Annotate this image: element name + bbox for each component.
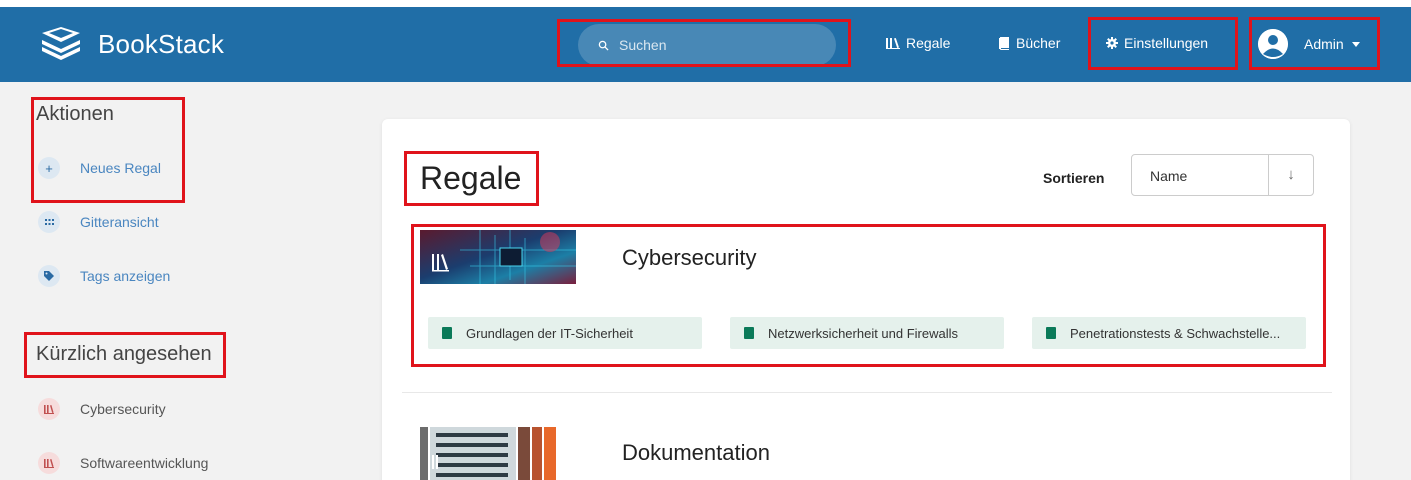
search-icon	[598, 40, 609, 51]
shelf-name-dokumentation[interactable]: Dokumentation	[622, 440, 770, 466]
sort-direction-button[interactable]: ↓	[1268, 154, 1314, 196]
avatar	[1258, 29, 1288, 59]
user-avatar-icon	[1258, 29, 1288, 59]
search-input[interactable]	[619, 37, 819, 53]
book-title: Penetrationstests & Schwachstelle...	[1070, 325, 1281, 341]
book-title: Grundlagen der IT-Sicherheit	[466, 325, 633, 341]
book-title: Netzwerksicherheit und Firewalls	[768, 325, 959, 341]
shelf-cover-dokumentation	[418, 425, 576, 480]
shelf-name-cybersecurity[interactable]: Cybersecurity	[622, 245, 756, 271]
plus-icon: +	[38, 157, 60, 179]
book-chip[interactable]: Penetrationstests & Schwachstelle...	[1032, 317, 1306, 349]
gear-icon	[1106, 37, 1118, 49]
shelf-icon	[38, 452, 60, 474]
grid-view-label: Gitteransicht	[80, 214, 159, 230]
sort-select[interactable]: Name	[1131, 154, 1269, 196]
tags-label: Tags anzeigen	[80, 268, 171, 284]
grid-icon	[38, 211, 60, 233]
app-name: BookStack	[98, 28, 225, 59]
nav-shelves-link[interactable]: Regale	[886, 35, 950, 51]
shelf-icon	[38, 398, 60, 420]
search-box[interactable]	[578, 24, 836, 66]
book-icon	[999, 36, 1009, 50]
recent-item-softwareentwicklung[interactable]: Softwareentwicklung	[38, 452, 208, 474]
shelf-cover-image[interactable]	[420, 230, 576, 284]
recent-item-label: Softwareentwicklung	[80, 455, 209, 471]
book-chip[interactable]: Grundlagen der IT-Sicherheit	[428, 317, 702, 349]
recent-item-label: Cybersecurity	[80, 401, 166, 417]
top-header: BookStack Regale Bücher	[0, 0, 1411, 82]
user-name: Admin	[1304, 36, 1344, 52]
app-logo[interactable]: BookStack	[38, 25, 224, 63]
nav-books-label: Bücher	[1016, 35, 1061, 51]
nav-settings-link[interactable]: Einstellungen	[1106, 35, 1208, 51]
book-icon	[744, 327, 754, 339]
new-shelf-label: Neues Regal	[80, 160, 161, 176]
nav-settings-label: Einstellungen	[1124, 35, 1209, 51]
recent-item-cybersecurity[interactable]: Cybersecurity	[38, 398, 166, 420]
nav-books-link[interactable]: Bücher	[998, 35, 1060, 51]
nav-shelves-label: Regale	[906, 35, 951, 51]
book-icon	[442, 327, 452, 339]
user-menu[interactable]: Admin	[1258, 29, 1360, 59]
actions-heading: Aktionen	[36, 103, 114, 125]
tags-link[interactable]: Tags anzeigen	[38, 265, 170, 287]
shelf-divider	[402, 392, 1332, 393]
sort-label: Sortieren	[1043, 170, 1105, 186]
page-title: Regale	[420, 160, 522, 196]
grid-view-link[interactable]: Gitteransicht	[38, 211, 159, 233]
book-icon	[1046, 327, 1056, 339]
recent-heading: Kürzlich angesehen	[36, 343, 212, 365]
new-shelf-link[interactable]: + Neues Regal	[38, 157, 161, 179]
book-chip[interactable]: Netzwerksicherheit und Firewalls	[730, 317, 1004, 349]
shelf-cover-cybersecurity	[420, 230, 576, 284]
chevron-down-icon	[1351, 41, 1360, 47]
shelf-cover-image[interactable]	[418, 425, 576, 480]
shelves-icon	[886, 38, 900, 49]
tag-icon	[38, 265, 60, 287]
bookstack-logo-icon	[42, 27, 80, 60]
